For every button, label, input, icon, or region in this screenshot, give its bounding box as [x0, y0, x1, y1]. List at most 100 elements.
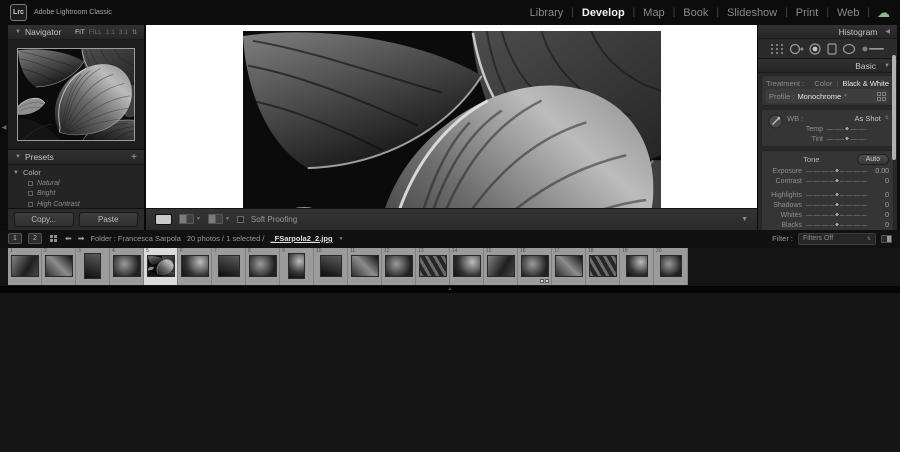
- filmstrip-thumb[interactable]: 10: [314, 248, 348, 285]
- main-window-button[interactable]: 1: [8, 233, 22, 244]
- left-panel-collapse-arrow[interactable]: ◀: [0, 25, 8, 230]
- preset-item[interactable]: Natural: [13, 178, 144, 189]
- soft-proofing-checkbox[interactable]: [237, 216, 244, 223]
- shadows-slider[interactable]: [806, 201, 867, 209]
- contrast-slider-knob[interactable]: [833, 177, 840, 184]
- red-eye-icon[interactable]: [809, 43, 821, 55]
- wb-value[interactable]: As Shot: [855, 114, 881, 123]
- module-web[interactable]: Web: [837, 7, 859, 19]
- adjustment-brush-icon[interactable]: [861, 43, 885, 55]
- previous-photo-icon[interactable]: ⬅: [65, 234, 72, 243]
- spot-removal-icon[interactable]: [789, 43, 804, 55]
- filmstrip-thumb[interactable]: 1: [8, 248, 42, 285]
- filmstrip-thumb[interactable]: 3: [76, 248, 110, 285]
- updown-arrows-icon[interactable]: ⇅: [885, 115, 889, 121]
- chevron-down-icon[interactable]: ▾: [844, 93, 847, 99]
- exposure-slider-knob[interactable]: [833, 167, 840, 174]
- module-book[interactable]: Book: [683, 7, 708, 19]
- nav-zoom-fit[interactable]: FIT: [75, 29, 85, 36]
- temp-slider-knob[interactable]: [843, 125, 850, 132]
- whites-slider-knob[interactable]: [833, 211, 840, 218]
- nav-zoom-1-1[interactable]: 1:1: [106, 29, 115, 36]
- cloud-sync-icon[interactable]: ☁: [877, 6, 890, 19]
- navigator-thumbnail[interactable]: [17, 48, 135, 141]
- module-map[interactable]: Map: [643, 7, 664, 19]
- temp-slider[interactable]: [827, 125, 867, 133]
- next-photo-icon[interactable]: ➡: [78, 234, 85, 243]
- wb-eyedropper-icon[interactable]: [766, 112, 784, 144]
- filter-toggle[interactable]: [881, 235, 892, 243]
- module-library[interactable]: Library: [530, 7, 564, 19]
- blacks-slider-knob[interactable]: [833, 221, 840, 228]
- radial-filter-icon[interactable]: [842, 43, 856, 55]
- basic-header[interactable]: Basic ▼: [758, 59, 897, 73]
- selected-filename[interactable]: _FSarpola2_2.jpg: [270, 234, 332, 243]
- filmstrip-thumb[interactable]: 13: [416, 248, 450, 285]
- highlights-slider[interactable]: [806, 191, 867, 199]
- presets-header[interactable]: ▼ Presets +: [8, 150, 144, 165]
- before-after-leftright-icon[interactable]: [179, 214, 194, 224]
- module-develop[interactable]: Develop: [582, 7, 625, 19]
- right-panel-scrollbar[interactable]: [892, 55, 896, 160]
- filmstrip-thumb[interactable]: 8: [246, 248, 280, 285]
- second-window-button[interactable]: 2: [28, 233, 42, 244]
- toolbar-options-icon[interactable]: ▼: [741, 216, 748, 223]
- navigator-header[interactable]: ▼ Navigator FITFILL1:13:1 ⇅: [8, 25, 144, 40]
- filmstrip-thumb[interactable]: 16: [518, 248, 552, 285]
- folder-breadcrumb[interactable]: Folder : Francesca Sarpola: [90, 234, 180, 243]
- filmstrip-thumb[interactable]: 2: [42, 248, 76, 285]
- copy-button[interactable]: Copy...: [14, 212, 74, 227]
- add-preset-button[interactable]: +: [131, 152, 137, 163]
- profile-value[interactable]: Monochrome: [797, 92, 841, 101]
- filmstrip-thumb[interactable]: 5: [144, 248, 178, 285]
- histogram-header[interactable]: Histogram ◀: [758, 25, 897, 39]
- preset-item[interactable]: Bright: [13, 189, 144, 200]
- filmstrip-thumb[interactable]: 17: [552, 248, 586, 285]
- grid-view-icon[interactable]: [50, 235, 57, 242]
- contrast-slider[interactable]: [806, 177, 867, 185]
- preset-item[interactable]: High Contrast: [13, 199, 144, 208]
- loupe-view-icon[interactable]: [155, 214, 172, 225]
- filmstrip-thumb[interactable]: 4: [110, 248, 144, 285]
- filmstrip-thumb[interactable]: 7: [212, 248, 246, 285]
- treatment-color-option[interactable]: Color: [814, 79, 832, 88]
- shadows-slider-knob[interactable]: [833, 201, 840, 208]
- highlights-slider-knob[interactable]: [833, 191, 840, 198]
- filmstrip-thumb[interactable]: 12: [382, 248, 416, 285]
- tint-slider-knob[interactable]: [843, 135, 850, 142]
- treatment-bw-option[interactable]: Black & White: [842, 79, 889, 88]
- filmstrip-thumb[interactable]: 6: [178, 248, 212, 285]
- auto-tone-button[interactable]: Auto: [857, 154, 889, 165]
- filmstrip-thumb[interactable]: 9: [280, 248, 314, 285]
- filter-dropdown[interactable]: Filters Off ⇅: [798, 233, 876, 245]
- module-slideshow[interactable]: Slideshow: [727, 7, 777, 19]
- profile-browser-icon[interactable]: [877, 92, 886, 101]
- preset-toggle-icon[interactable]: [28, 202, 33, 207]
- filmstrip-thumb[interactable]: 11: [348, 248, 382, 285]
- crop-overlay-icon[interactable]: [770, 43, 784, 55]
- filmstrip-thumb[interactable]: 15: [484, 248, 518, 285]
- main-photo[interactable]: [243, 31, 661, 208]
- before-after-topbottom-icon[interactable]: [208, 214, 223, 224]
- filmstrip-thumb[interactable]: 20: [654, 248, 688, 285]
- preset-group-color[interactable]: ▼Color: [13, 167, 144, 178]
- zoom-level-stepper-icon[interactable]: ⇅: [132, 29, 137, 36]
- exposure-slider[interactable]: [806, 167, 867, 175]
- chevron-down-icon[interactable]: ▼: [339, 236, 344, 242]
- whites-slider[interactable]: [806, 211, 867, 219]
- filmstrip-resize-handle[interactable]: ▲: [0, 286, 900, 293]
- chevron-down-icon[interactable]: ▼: [196, 216, 201, 222]
- preset-toggle-icon[interactable]: [28, 181, 33, 186]
- nav-zoom-fill[interactable]: FILL: [89, 29, 102, 36]
- filmstrip-thumb[interactable]: 19: [620, 248, 654, 285]
- chevron-down-icon[interactable]: ▼: [225, 216, 230, 222]
- module-print[interactable]: Print: [796, 7, 819, 19]
- preset-toggle-icon[interactable]: [28, 191, 33, 196]
- blacks-slider[interactable]: [806, 221, 867, 229]
- graduated-filter-icon[interactable]: [827, 43, 837, 55]
- filmstrip-thumb[interactable]: 18: [586, 248, 620, 285]
- navigator-preview[interactable]: [8, 40, 144, 150]
- tint-slider[interactable]: [827, 135, 867, 143]
- filmstrip-thumb[interactable]: 14: [450, 248, 484, 285]
- paste-button[interactable]: Paste: [79, 212, 139, 227]
